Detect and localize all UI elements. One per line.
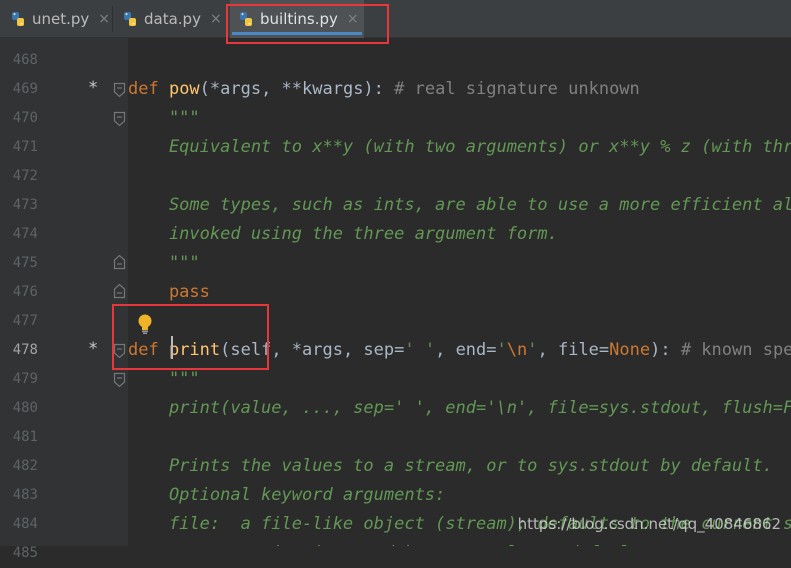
bookmark-marker[interactable]: * — [88, 339, 98, 359]
code-line-partial: " — [128, 38, 179, 53]
code-editor[interactable]: " def pow(*args, **kwargs): # real signa… — [128, 38, 791, 546]
gutter-line: 479 — [0, 365, 128, 394]
code-token: \n — [506, 340, 528, 360]
line-number: 472 — [12, 168, 38, 184]
tab-divider — [112, 6, 113, 32]
code-token: invoked using the three argument form. — [128, 224, 558, 244]
code-token: # known special case of print — [680, 340, 791, 360]
gutter-line: 484 — [0, 510, 128, 539]
code-token: # real signature unknown — [394, 79, 640, 99]
line-number-gutter[interactable]: 468 469 * 470 471 472 473 474 475 476 477 478 * 479 48… — [0, 38, 128, 561]
fold-end-icon[interactable] — [113, 283, 126, 299]
close-tab-icon[interactable]: × — [210, 11, 222, 27]
code-token: ): — [650, 340, 681, 360]
code-token: ' ' — [404, 340, 436, 360]
line-number: 483 — [12, 487, 38, 503]
gutter-line: 476 — [0, 278, 128, 307]
python-file-icon — [124, 12, 136, 26]
gutter-line: 478 * — [0, 336, 128, 365]
code-token: Prints the values to a stream, or to sys… — [128, 456, 773, 476]
code-line: Equivalent to x**y (with two arguments) … — [128, 133, 791, 162]
gutter-line: 472 — [0, 162, 128, 191]
code-token: """ — [128, 369, 200, 389]
gutter-line: 483 — [0, 481, 128, 510]
gutter-line: 481 — [0, 423, 128, 452]
code-token: pass — [128, 282, 210, 302]
watermark-text: https://blog.csdn.net/qq_40846862 — [517, 515, 781, 533]
gutter-line: 473 — [0, 191, 128, 220]
code-line: """ — [128, 104, 200, 133]
gutter-line: 475 — [0, 249, 128, 278]
gutter-line: 468 — [0, 46, 128, 75]
gutter-line: 474 — [0, 220, 128, 249]
code-token: None — [609, 340, 651, 360]
line-number: 474 — [12, 226, 38, 242]
line-number: 475 — [12, 255, 38, 271]
line-number: 485 — [12, 545, 38, 561]
fold-end-icon[interactable] — [113, 254, 126, 270]
highlight-box-active-tab — [226, 4, 389, 44]
gutter-line: 482 — [0, 452, 128, 481]
line-number: 471 — [12, 139, 38, 155]
code-token: Some types, such as ints, are able to us… — [168, 195, 791, 215]
code-token: pow — [168, 79, 200, 99]
line-number: 477 — [12, 313, 38, 329]
fold-collapse-icon[interactable] — [113, 372, 126, 388]
editor-tab-bar: unet.py × data.py × builtins.py × — [0, 0, 791, 38]
tab-label: unet.py — [32, 10, 90, 28]
code-line: pass — [128, 278, 210, 307]
code-token: Optional keyword arguments: — [128, 485, 446, 505]
line-number: 478 — [12, 342, 38, 358]
code-token: , end= — [435, 340, 497, 360]
code-line: Prints the values to a stream, or to sys… — [128, 452, 773, 481]
gutter-line: 480 — [0, 394, 128, 423]
tab-data-py[interactable]: data.py × — [114, 0, 224, 38]
bookmark-marker[interactable]: * — [88, 78, 98, 98]
gutter-line: 477 — [0, 307, 128, 336]
code-token: ' — [496, 340, 507, 360]
close-tab-icon[interactable]: × — [98, 11, 110, 27]
tab-unet-py[interactable]: unet.py × — [4, 0, 110, 38]
code-token: def — [128, 79, 169, 99]
fold-collapse-icon[interactable] — [113, 82, 126, 98]
line-number: 470 — [12, 110, 38, 126]
line-number: 476 — [12, 284, 38, 300]
gutter-line: 470 — [0, 104, 128, 133]
gutter-line: 471 — [0, 133, 128, 162]
code-line: print(value, ..., sep=' ', end='\n', fil… — [128, 394, 791, 423]
tab-label: data.py — [144, 10, 201, 28]
code-token: Equivalent to x**y (with two arguments) … — [168, 137, 791, 157]
code-token: , file= — [537, 340, 610, 360]
line-number: 479 — [12, 371, 38, 387]
line-number: 482 — [12, 458, 38, 474]
gutter-line: 485 — [0, 539, 128, 568]
code-line: invoked using the three argument form. — [128, 220, 558, 249]
code-token: print(value, ..., sep=' ', end='\n', fil… — [128, 398, 791, 418]
code-token: " — [128, 38, 180, 48]
python-file-icon — [12, 12, 24, 26]
highlight-box-print-def — [112, 304, 269, 370]
code-token: (*args, **kwargs): — [199, 79, 395, 99]
code-token: """ — [128, 253, 200, 273]
gutter-line: 469 * — [0, 75, 128, 104]
line-number: 480 — [12, 400, 38, 416]
code-line: sep: string inserted between values, def… — [128, 539, 732, 546]
line-number: 484 — [12, 516, 38, 532]
fold-collapse-icon[interactable] — [113, 111, 126, 127]
code-line: """ — [128, 249, 200, 278]
line-number: 468 — [12, 52, 38, 68]
line-number: 473 — [12, 197, 38, 213]
code-line: def pow(*args, **kwargs): # real signatu… — [128, 75, 640, 104]
line-number: 469 — [12, 81, 38, 97]
code-line: Some types, such as ints, are able to us… — [128, 191, 791, 220]
code-line: Optional keyword arguments: — [128, 481, 445, 510]
line-number: 481 — [12, 429, 38, 445]
code-token: ' — [527, 340, 538, 360]
code-token: """ — [128, 108, 200, 128]
